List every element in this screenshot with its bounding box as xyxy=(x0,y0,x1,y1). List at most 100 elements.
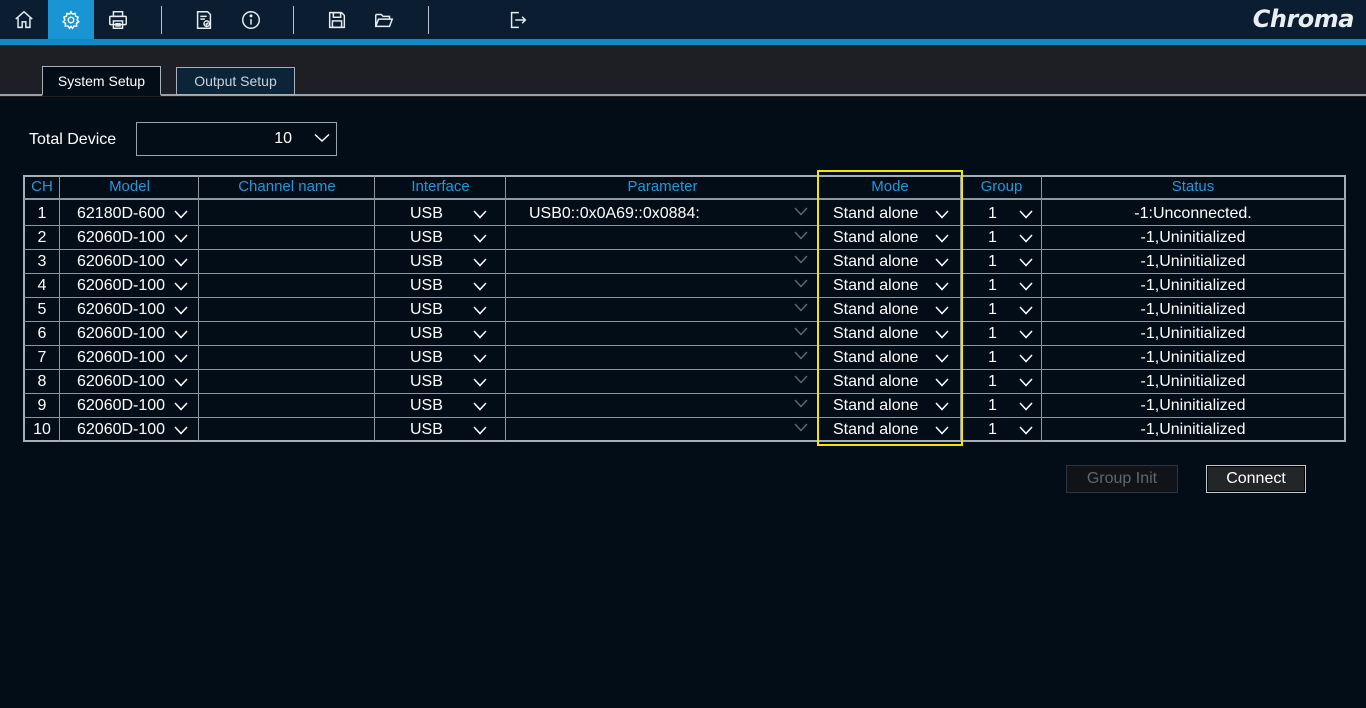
group-select[interactable]: 1 xyxy=(988,418,1008,441)
channel-name-input[interactable] xyxy=(203,346,371,369)
channel-name-input[interactable] xyxy=(203,418,371,441)
channel-name-input[interactable] xyxy=(203,298,371,321)
group-select[interactable]: 1 xyxy=(988,226,1008,249)
chevron-down-icon[interactable] xyxy=(794,351,808,360)
chevron-down-icon[interactable] xyxy=(935,402,949,411)
group-select[interactable]: 1 xyxy=(988,298,1008,321)
chevron-down-icon[interactable] xyxy=(1019,234,1033,243)
chevron-down-icon[interactable] xyxy=(1019,306,1033,315)
settings-button[interactable] xyxy=(48,0,94,39)
mode-select[interactable]: Stand alone xyxy=(833,298,933,321)
interface-select[interactable]: USB xyxy=(410,346,470,369)
parameter-select[interactable] xyxy=(529,370,789,393)
parameter-select[interactable] xyxy=(529,298,789,321)
mode-select[interactable]: Stand alone xyxy=(833,370,933,393)
model-select[interactable]: 62060D-100 xyxy=(77,370,177,393)
interface-select[interactable]: USB xyxy=(410,322,470,345)
chevron-down-icon[interactable] xyxy=(794,399,808,408)
chevron-down-icon[interactable] xyxy=(473,210,487,219)
model-select[interactable]: 62060D-100 xyxy=(77,322,177,345)
parameter-select[interactable]: USB0::0x0A69::0x0884: xyxy=(529,202,789,225)
chevron-down-icon[interactable] xyxy=(473,330,487,339)
chevron-down-icon[interactable] xyxy=(794,327,808,336)
chevron-down-icon[interactable] xyxy=(1019,258,1033,267)
info-button[interactable] xyxy=(228,0,274,39)
chevron-down-icon[interactable] xyxy=(794,279,808,288)
chevron-down-icon[interactable] xyxy=(794,231,808,240)
interface-select[interactable]: USB xyxy=(410,298,470,321)
channel-name-input[interactable] xyxy=(203,394,371,417)
group-select[interactable]: 1 xyxy=(988,250,1008,273)
chevron-down-icon[interactable] xyxy=(174,402,188,411)
chevron-down-icon[interactable] xyxy=(174,426,188,435)
channel-name-input[interactable] xyxy=(203,226,371,249)
parameter-select[interactable] xyxy=(529,250,789,273)
chevron-down-icon[interactable] xyxy=(174,234,188,243)
model-select[interactable]: 62060D-100 xyxy=(77,298,177,321)
chevron-down-icon[interactable] xyxy=(1019,426,1033,435)
mode-select[interactable]: Stand alone xyxy=(833,226,933,249)
mode-select[interactable]: Stand alone xyxy=(833,346,933,369)
open-button[interactable] xyxy=(361,0,407,39)
interface-select[interactable]: USB xyxy=(410,394,470,417)
mode-select[interactable]: Stand alone xyxy=(833,394,933,417)
channel-name-input[interactable] xyxy=(203,370,371,393)
chevron-down-icon[interactable] xyxy=(1019,210,1033,219)
chevron-down-icon[interactable] xyxy=(935,234,949,243)
interface-select[interactable]: USB xyxy=(410,418,470,441)
channel-name-input[interactable] xyxy=(203,322,371,345)
chevron-down-icon[interactable] xyxy=(794,423,808,432)
chevron-down-icon[interactable] xyxy=(174,282,188,291)
parameter-select[interactable] xyxy=(529,394,789,417)
chevron-down-icon[interactable] xyxy=(473,378,487,387)
chevron-down-icon[interactable] xyxy=(1019,402,1033,411)
chevron-down-icon[interactable] xyxy=(794,303,808,312)
chevron-down-icon[interactable] xyxy=(935,258,949,267)
chevron-down-icon[interactable] xyxy=(794,255,808,264)
chevron-down-icon[interactable] xyxy=(935,426,949,435)
model-select[interactable]: 62180D-600 xyxy=(77,202,177,225)
report-button[interactable] xyxy=(181,0,227,39)
chevron-down-icon[interactable] xyxy=(935,378,949,387)
model-select[interactable]: 62060D-100 xyxy=(77,346,177,369)
connect-button[interactable]: Connect xyxy=(1206,465,1306,493)
model-select[interactable]: 62060D-100 xyxy=(77,226,177,249)
parameter-select[interactable] xyxy=(529,274,789,297)
mode-select[interactable]: Stand alone xyxy=(833,250,933,273)
chevron-down-icon[interactable] xyxy=(794,207,808,216)
home-button[interactable] xyxy=(1,0,47,39)
channel-name-input[interactable] xyxy=(203,274,371,297)
mode-select[interactable]: Stand alone xyxy=(833,202,933,225)
chevron-down-icon[interactable] xyxy=(1019,330,1033,339)
chevron-down-icon[interactable] xyxy=(174,306,188,315)
chevron-down-icon[interactable] xyxy=(1019,282,1033,291)
exit-button[interactable] xyxy=(495,0,541,39)
chevron-down-icon[interactable] xyxy=(1019,354,1033,363)
model-select[interactable]: 62060D-100 xyxy=(77,250,177,273)
model-select[interactable]: 62060D-100 xyxy=(77,418,177,441)
chevron-down-icon[interactable] xyxy=(473,354,487,363)
mode-select[interactable]: Stand alone xyxy=(833,274,933,297)
channel-name-input[interactable] xyxy=(203,202,371,225)
print-button[interactable] xyxy=(95,0,141,39)
chevron-down-icon[interactable] xyxy=(174,330,188,339)
chevron-down-icon[interactable] xyxy=(174,378,188,387)
chevron-down-icon[interactable] xyxy=(935,330,949,339)
channel-name-input[interactable] xyxy=(203,250,371,273)
group-init-button[interactable]: Group Init xyxy=(1066,465,1178,493)
chevron-down-icon[interactable] xyxy=(935,354,949,363)
model-select[interactable]: 62060D-100 xyxy=(77,274,177,297)
chevron-down-icon[interactable] xyxy=(473,306,487,315)
mode-select[interactable]: Stand alone xyxy=(833,418,933,441)
chevron-down-icon[interactable] xyxy=(794,375,808,384)
chevron-down-icon[interactable] xyxy=(473,426,487,435)
group-select[interactable]: 1 xyxy=(988,202,1008,225)
chevron-down-icon[interactable] xyxy=(473,282,487,291)
parameter-select[interactable] xyxy=(529,322,789,345)
chevron-down-icon[interactable] xyxy=(174,354,188,363)
save-button[interactable] xyxy=(314,0,360,39)
chevron-down-icon[interactable] xyxy=(935,306,949,315)
mode-select[interactable]: Stand alone xyxy=(833,322,933,345)
group-select[interactable]: 1 xyxy=(988,394,1008,417)
interface-select[interactable]: USB xyxy=(410,370,470,393)
